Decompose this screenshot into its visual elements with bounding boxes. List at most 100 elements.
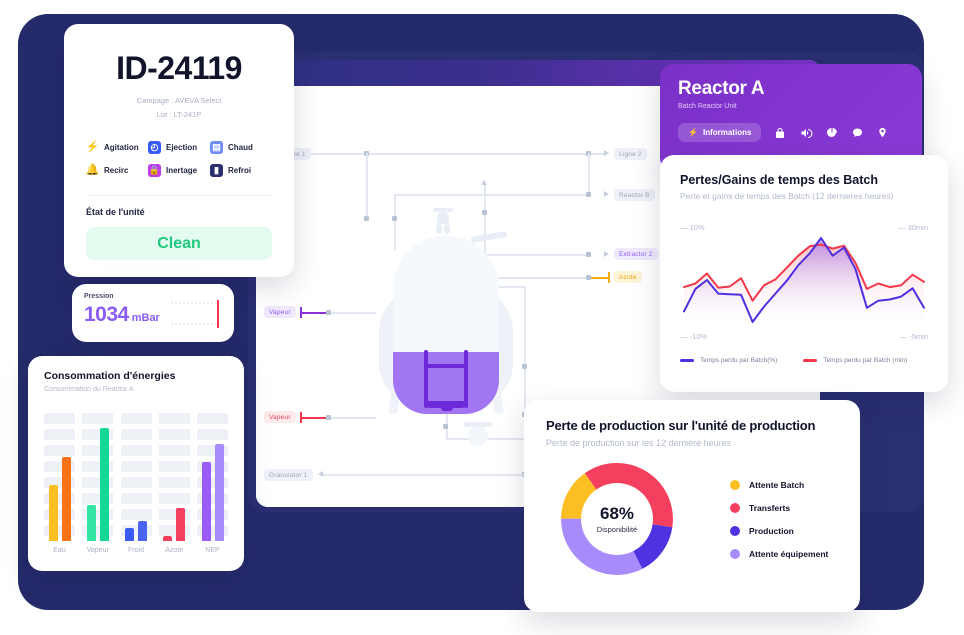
tag-reactor-b[interactable]: Reactor B	[614, 189, 655, 201]
pipe-node	[522, 364, 527, 369]
legend-swatch	[803, 359, 818, 362]
line-chart-top-axis: — 10% — 30min	[680, 223, 928, 232]
pressure-sparkline	[171, 300, 219, 328]
x-axis-label: Azote	[165, 547, 184, 554]
agitator-shaft-right	[464, 350, 468, 408]
arrow-icon	[604, 149, 609, 156]
tag-granulator1[interactable]: Granulator 1	[264, 469, 313, 481]
energy-bar-plot	[44, 413, 228, 541]
pipe-node	[586, 192, 591, 197]
bar-group	[197, 443, 228, 541]
arrow-icon	[604, 251, 609, 257]
bar[interactable]	[214, 443, 224, 541]
energy-x-axis-labels: Eau Vapeur Froid Azote NEP	[44, 547, 228, 554]
chip-recirc[interactable]: 🔔 Recirc	[86, 164, 148, 177]
bar[interactable]	[176, 507, 186, 541]
reactor-vessel	[371, 208, 521, 430]
chip-chaud[interactable]: ▤ Chaud	[210, 141, 272, 154]
line-chart-svg	[683, 237, 925, 326]
bar-group	[159, 507, 190, 541]
speaker-icon[interactable]	[799, 127, 813, 139]
pressure-unit: mBar	[131, 312, 160, 324]
chip-label: Chaud	[228, 143, 253, 152]
arrow-icon	[604, 191, 609, 197]
donut-legend-item[interactable]: Attente équipement	[730, 548, 829, 559]
vessel-body	[393, 236, 499, 414]
agitator-blade	[441, 404, 453, 411]
axis-bottom-left: — -10%	[680, 332, 708, 341]
tag-azote[interactable]: Azote	[614, 271, 642, 283]
x-axis-label: Froid	[128, 547, 144, 554]
line-chart-legend: Temps perdu par Batch(%) Temps perdu par…	[680, 357, 928, 364]
chip-inertage[interactable]: 🔒 Inertage	[148, 164, 210, 177]
chip-ejection[interactable]: ◴ Ejection	[148, 141, 210, 154]
pipe-node	[443, 424, 448, 429]
pipe-segment	[326, 417, 376, 419]
chart-icon: ▮	[210, 164, 223, 177]
arrow-icon	[481, 180, 487, 185]
reactor-subtitle: Batch Reactor Unit	[678, 103, 737, 110]
bolt-icon: ⚡	[688, 128, 698, 137]
tag-ligne2[interactable]: Ligne 2	[614, 148, 647, 160]
donut-center-label: Disponibilité	[596, 525, 638, 534]
chat-icon[interactable]	[851, 127, 864, 139]
lock-icon[interactable]	[774, 127, 786, 139]
informations-button[interactable]: ⚡ Informations	[678, 123, 762, 142]
legend-label: Production	[749, 525, 794, 536]
donut-legend-item[interactable]: Attente Batch	[730, 479, 828, 490]
bar-group	[44, 456, 75, 541]
line-chart-title: Pertes/Gains de temps des Batch	[680, 173, 878, 187]
pipe-node	[364, 216, 369, 221]
chip-agitation[interactable]: ⚡ Agitation	[86, 141, 148, 154]
bar[interactable]	[86, 505, 96, 541]
x-axis-label: NEP	[205, 547, 220, 554]
bar[interactable]	[48, 484, 58, 541]
pipe-cap	[300, 412, 302, 423]
chip-label: Recirc	[104, 166, 129, 175]
bolt-icon: ⚡	[85, 141, 100, 153]
lock-icon: 🔒	[148, 164, 161, 177]
x-axis-label: Eau	[53, 547, 66, 554]
legend-swatch	[680, 359, 694, 362]
agitator-crossbar	[424, 364, 468, 368]
axis-top-right: — 30min	[897, 223, 928, 232]
save-icon: ▤	[210, 141, 223, 154]
pipe-segment-vapeur	[302, 312, 328, 314]
donut-legend-item[interactable]: Production	[730, 525, 828, 536]
vessel-nozzle-leg	[444, 224, 450, 234]
chip-label: Agitation	[104, 143, 139, 152]
bar[interactable]	[201, 461, 211, 541]
legend-dot	[730, 548, 740, 559]
pie-chart-icon[interactable]	[826, 127, 838, 139]
tag-extractor2[interactable]: Extractor 2	[614, 248, 658, 260]
bar[interactable]	[125, 528, 134, 541]
legend-item[interactable]: Temps perdu par Batch(%)	[680, 357, 777, 364]
axis-top-left: — 10%	[680, 223, 705, 232]
donut-center-value: 68%	[599, 504, 635, 523]
legend-label: Attente équipement	[749, 548, 829, 559]
bar[interactable]	[99, 428, 109, 541]
pipe-segment-vapeur2	[302, 417, 328, 419]
donut-legend: Attente Batch Transferts Production Attente…	[730, 479, 829, 559]
donut-legend-item[interactable]: Transferts	[730, 502, 828, 513]
tag-vapeur-top[interactable]: Vapeur	[264, 306, 296, 318]
bar[interactable]	[61, 456, 71, 541]
legend-item[interactable]: Temps perdu par Batch (min)	[803, 357, 907, 364]
pipe-segment	[326, 312, 376, 314]
chip-refroi[interactable]: ▮ Refroi	[210, 164, 272, 177]
legend-label: Attente Batch	[749, 479, 805, 490]
batch-lot: Lot : LT-241P	[156, 110, 202, 119]
tag-vapeur-bottom[interactable]: Vapeur	[264, 411, 296, 423]
pipe-segment	[394, 194, 589, 196]
location-pin-icon[interactable]	[877, 126, 888, 139]
bar-group	[121, 520, 152, 541]
divider	[86, 195, 272, 196]
unit-state-badge[interactable]: Clean	[86, 227, 272, 260]
production-loss-card: Perte de production sur l'unité de produ…	[524, 400, 860, 612]
reactor-title: Reactor A	[678, 78, 765, 99]
informations-label: Informations	[702, 128, 752, 137]
bar[interactable]	[163, 535, 173, 541]
vessel-nozzle	[437, 212, 449, 224]
agitator-shaft-left	[424, 350, 428, 408]
bar[interactable]	[138, 520, 147, 541]
